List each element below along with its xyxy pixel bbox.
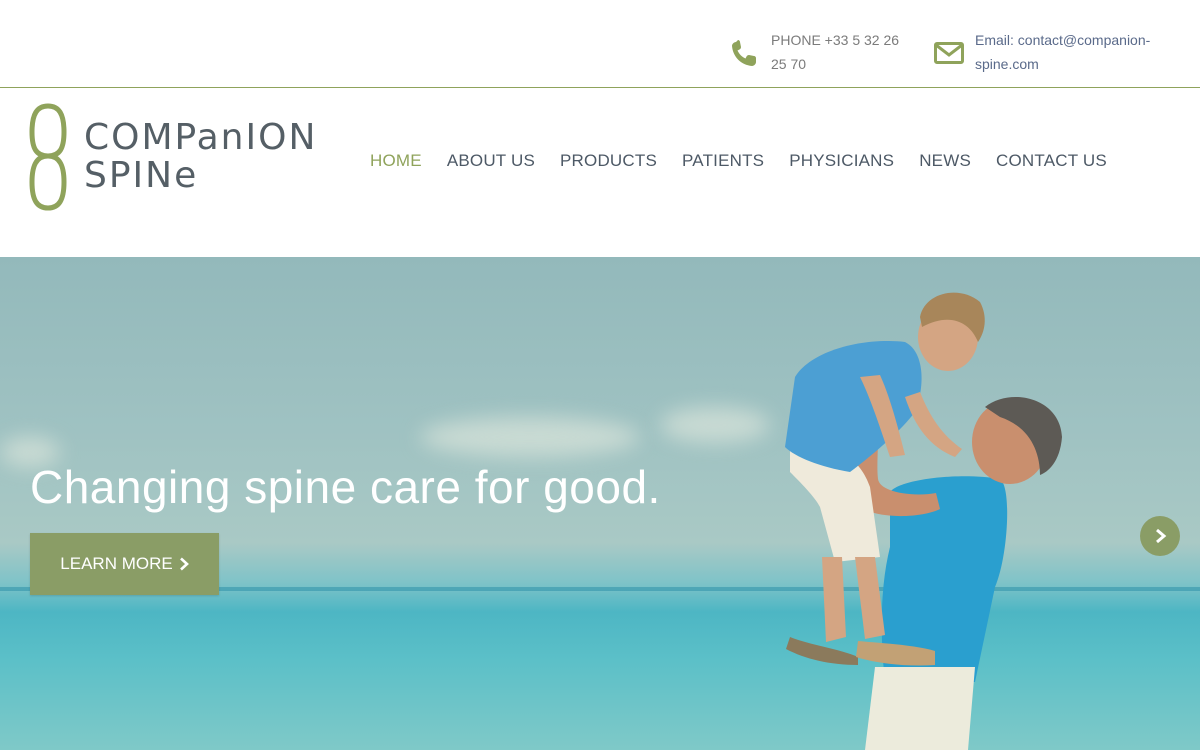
company-logo[interactable]: COMPanION SPINe (28, 102, 318, 212)
learn-more-label: LEARN MORE (60, 554, 173, 573)
email-text: Email: contact@companion-spine.com (975, 32, 1151, 72)
site-header: COMPanION SPINe HOME ABOUT US PRODUCTS P… (0, 88, 1200, 257)
main-nav: HOME ABOUT US PRODUCTS PATIENTS PHYSICIA… (370, 150, 1132, 172)
nav-item-news[interactable]: NEWS (919, 150, 971, 172)
hero-slider: Changing spine care for good. LEARN MORE (0, 257, 1200, 750)
logo-mark (29, 103, 67, 211)
logo-line-2: SPINe (84, 155, 199, 196)
phone-contact[interactable]: PHONE +33 5 32 26 25 70 (728, 28, 918, 76)
page: PHONE +33 5 32 26 25 70 Email: contact@c… (0, 0, 1200, 750)
learn-more-button[interactable]: LEARN MORE (30, 533, 219, 595)
phone-text: PHONE +33 5 32 26 25 70 (771, 32, 900, 72)
logo-wordmark: COMPanION SPINe (84, 119, 317, 195)
nav-item-products[interactable]: PRODUCTS (560, 150, 657, 172)
envelope-icon (934, 42, 964, 64)
email-contact[interactable]: Email: contact@companion-spine.com (932, 28, 1182, 76)
hero-title: Changing spine care for good. (30, 461, 661, 513)
nav-item-about-us[interactable]: ABOUT US (447, 150, 535, 172)
phone-icon (732, 40, 756, 66)
slider-next-button[interactable] (1140, 516, 1180, 556)
nav-item-patients[interactable]: PATIENTS (682, 150, 764, 172)
nav-item-contact-us[interactable]: CONTACT US (996, 150, 1107, 172)
logo-line-1: COMPanION (84, 117, 318, 158)
top-contact-bar: PHONE +33 5 32 26 25 70 Email: contact@c… (0, 0, 1200, 88)
nav-item-physicians[interactable]: PHYSICIANS (789, 150, 894, 172)
chevron-right-icon (1156, 528, 1167, 544)
nav-item-home[interactable]: HOME (370, 150, 422, 172)
chevron-right-icon (179, 557, 189, 571)
